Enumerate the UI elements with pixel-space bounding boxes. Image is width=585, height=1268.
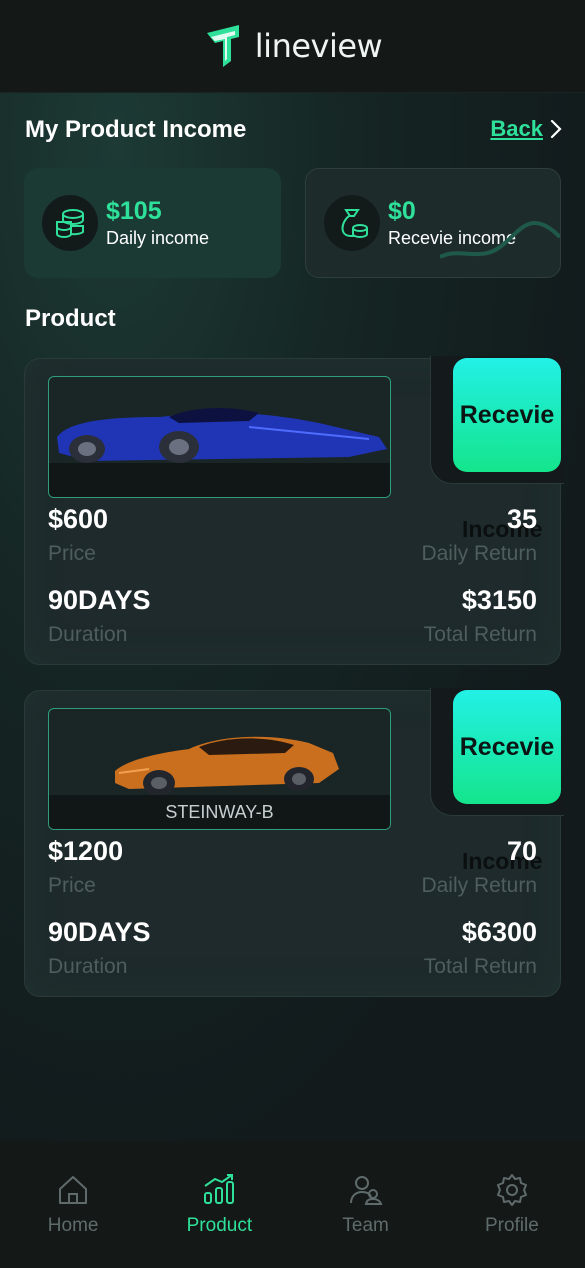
wave-decoration-icon (440, 221, 560, 259)
car-image: STEINWAY-B (48, 708, 391, 830)
price-label: Price (48, 874, 96, 897)
app-header: lineview (0, 0, 585, 93)
daily-return-label: Daily Return (421, 874, 537, 897)
receive-button[interactable]: Recevie (453, 358, 561, 472)
total-return-value: $6300 (461, 917, 537, 947)
nav-item-product[interactable]: Product (146, 1173, 292, 1237)
daily-income-label: Daily income (106, 228, 210, 248)
receive-income-card: $0 Recevie income (305, 168, 561, 278)
section-title: Product (25, 305, 116, 332)
duration-value: 90DAYS (48, 585, 151, 615)
daily-return-value: 70 (506, 836, 537, 866)
duration-value: 90DAYS (48, 917, 151, 947)
nav-item-team[interactable]: Team (293, 1173, 439, 1237)
nav-label-product: Product (186, 1214, 253, 1236)
daily-return-value: 35 (506, 504, 537, 534)
daily-income-card: $105 Daily income (24, 168, 281, 278)
nav-label-home: Home (47, 1214, 99, 1236)
gear-icon (496, 1173, 527, 1206)
bar-chart-icon (204, 1173, 235, 1204)
page-title: My Product Income (25, 116, 247, 143)
home-icon (59, 1175, 88, 1204)
total-return-value: $3150 (461, 585, 537, 615)
car-name: STEINWAY-B (49, 795, 390, 829)
duration-label: Duration (48, 955, 128, 978)
daily-return-label: Daily Return (421, 542, 537, 565)
total-return-label: Total Return (423, 623, 537, 646)
total-return-label: Total Return (423, 955, 537, 978)
back-label: Back (490, 116, 543, 141)
car-name (49, 463, 390, 497)
app-name: lineview (254, 27, 383, 65)
car-image (48, 376, 391, 498)
nav-label-team: Team (342, 1214, 389, 1236)
duration-label: Duration (48, 623, 128, 646)
app-logo: lineview (203, 23, 383, 69)
team-icon (349, 1175, 383, 1205)
product-card: Recevie STEINWAY-B $1200 Income 70 Price… (24, 688, 564, 997)
chevron-right-icon (550, 119, 562, 139)
money-bag-icon (324, 195, 380, 251)
product-card: Recevie $600 Income 35 Price Daily Retur… (24, 356, 564, 665)
back-button[interactable]: Back (490, 116, 563, 142)
price-label: Price (48, 542, 96, 565)
receive-button[interactable]: Recevie (453, 690, 561, 804)
daily-income-amount: $105 (106, 197, 162, 225)
nav-item-profile[interactable]: Profile (439, 1173, 585, 1237)
price-value: $600 (48, 504, 109, 534)
nav-label-profile: Profile (484, 1214, 539, 1236)
coins-stack-icon (42, 195, 98, 251)
nav-item-home[interactable]: Home (0, 1173, 146, 1237)
price-value: $1200 (48, 836, 124, 866)
logo-mark-icon (206, 25, 239, 67)
bottom-nav: Home Product Team Profile (0, 1141, 585, 1268)
